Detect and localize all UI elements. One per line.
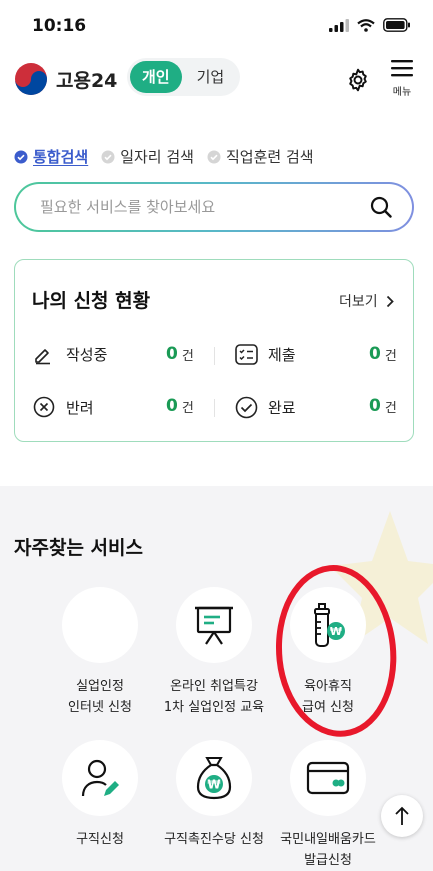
money-bag-icon: ₩ [196, 757, 232, 800]
service-label-line1: 구직신청 [76, 832, 124, 847]
status-count-returned: 0건 [166, 396, 194, 416]
tab-label: 통합검색 [33, 148, 89, 166]
user-type-toggle: 개인 기업 [127, 58, 240, 96]
status-count-submitted: 0건 [369, 344, 397, 364]
battery-icon [383, 18, 410, 32]
card-title: 나의 신청 현황 [32, 290, 151, 312]
status-completed[interactable]: 완료 [235, 396, 296, 419]
wifi-icon [357, 18, 375, 32]
gear-icon [349, 68, 367, 92]
status-count: 0 [369, 344, 381, 364]
x-circle-icon [33, 396, 55, 418]
service-label: 구직신청 [45, 829, 155, 850]
menu-button[interactable]: 메뉴 [387, 59, 417, 98]
search-input[interactable] [38, 197, 370, 217]
hamburger-icon [391, 60, 413, 77]
service-label-line2: 1차 실업인정 교육 [163, 700, 265, 715]
scroll-top-button[interactable] [381, 795, 423, 837]
status-count-completed: 0건 [369, 396, 397, 416]
section-title: 자주찾는 서비스 [14, 537, 143, 559]
tab-job-search[interactable]: 일자리 검색 [101, 146, 194, 167]
search-tabs: 통합검색 일자리 검색 직업훈련 검색 [14, 146, 314, 167]
search-icon[interactable] [370, 196, 392, 218]
search-box [14, 182, 414, 232]
person-edit-icon [81, 759, 119, 797]
presentation-board-icon [195, 606, 233, 645]
service-online-job-lecture[interactable]: 온라인 취업특강 1차 실업인정 교육 [159, 587, 269, 718]
service-label: 온라인 취업특강 1차 실업인정 교육 [159, 676, 269, 718]
status-count: 0 [166, 396, 178, 416]
service-icon-circle: ₩ [176, 740, 252, 816]
status-unit: 건 [181, 400, 194, 416]
status-label: 반려 [66, 398, 94, 417]
service-label: 국민내일배움카드 발급신청 [273, 829, 383, 871]
check-dot-icon [101, 150, 115, 163]
settings-button[interactable] [345, 67, 371, 97]
status-time: 10:16 [32, 16, 87, 36]
toggle-business[interactable]: 기업 [185, 61, 237, 93]
check-dot-icon [14, 150, 28, 163]
status-count: 0 [369, 396, 381, 416]
service-label-line2: 발급신청 [304, 853, 352, 868]
logo-text: 고용24 [56, 69, 118, 92]
service-label-line1: 실업인정 [76, 679, 124, 694]
toggle-individual[interactable]: 개인 [130, 61, 182, 93]
status-label: 완료 [268, 399, 296, 417]
status-drafting[interactable]: 작성중 [33, 344, 107, 365]
card-icon [306, 761, 350, 795]
service-icon-circle [62, 740, 138, 816]
service-label-line1: 구직촉진수당 신청 [164, 832, 264, 847]
status-count-drafting: 0건 [166, 344, 194, 364]
status-icons [329, 18, 411, 32]
more-label: 더보기 [339, 294, 378, 310]
service-icon-circle [176, 587, 252, 663]
check-circle-icon [235, 396, 258, 419]
service-label-line2: 인터넷 신청 [68, 700, 132, 715]
checklist-icon [235, 344, 258, 365]
status-label: 작성중 [66, 346, 108, 364]
service-job-application[interactable]: 구직신청 [45, 740, 155, 850]
service-label: 구직촉진수당 신청 [159, 829, 269, 850]
divider [214, 347, 215, 365]
service-learning-card[interactable]: 국민내일배움카드 발급신청 [273, 740, 383, 871]
service-icon-circle [62, 587, 138, 663]
tab-training-search[interactable]: 직업훈련 검색 [207, 146, 314, 167]
menu-label: 메뉴 [392, 87, 412, 98]
service-icon-circle [290, 740, 366, 816]
more-link[interactable]: 더보기 [339, 291, 394, 311]
divider [214, 399, 215, 417]
service-unemployment-recognition[interactable]: 실업인정 인터넷 신청 [45, 587, 155, 718]
tab-label: 직업훈련 검색 [225, 148, 314, 166]
service-job-search-allowance[interactable]: ₩ 구직촉진수당 신청 [159, 740, 269, 850]
service-label-line1: 온라인 취업특강 [170, 679, 258, 694]
status-submitted[interactable]: 제출 [235, 344, 296, 365]
status-returned[interactable]: 반려 [33, 396, 94, 418]
status-count: 0 [166, 344, 178, 364]
logo[interactable]: 고용24 [14, 62, 117, 96]
status-unit: 건 [384, 348, 397, 364]
tab-label: 일자리 검색 [120, 148, 194, 166]
service-label: 실업인정 인터넷 신청 [45, 676, 155, 718]
pencil-icon [35, 348, 50, 364]
service-label-line1: 국민내일배움카드 [280, 832, 376, 847]
status-unit: 건 [181, 348, 194, 364]
status-label: 제출 [268, 346, 296, 364]
svg-text:₩: ₩ [207, 778, 221, 792]
taegeuk-logo-icon [15, 63, 47, 95]
tab-integrated-search[interactable]: 통합검색 [14, 146, 88, 167]
arrow-up-icon [395, 806, 409, 825]
signal-icon [329, 18, 349, 32]
chevron-right-icon [386, 295, 394, 307]
check-dot-icon [207, 150, 221, 163]
status-unit: 건 [384, 400, 397, 416]
